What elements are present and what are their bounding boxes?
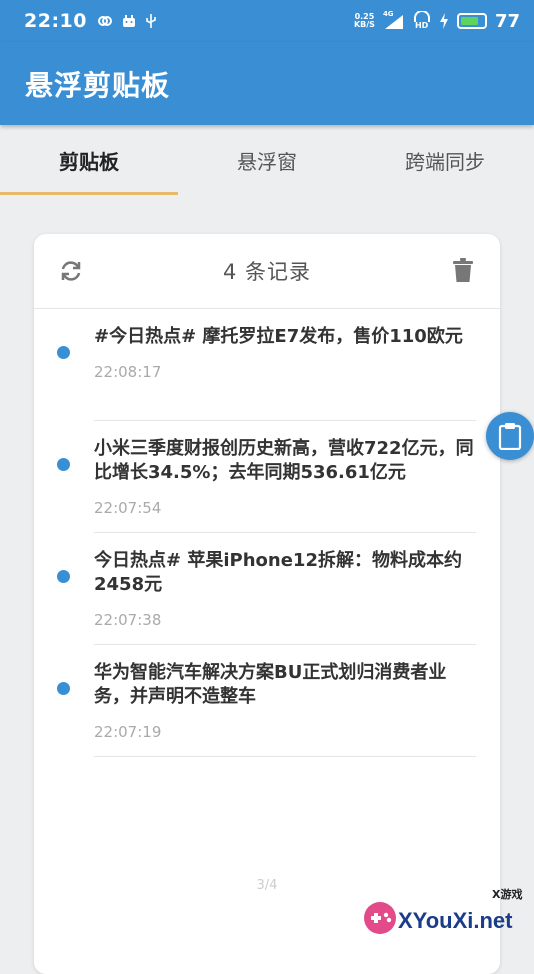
tab-cross-device-sync[interactable]: 跨端同步	[356, 125, 534, 195]
watermark-text: XYouXi.net	[398, 908, 513, 933]
record-count: 4 条记录	[222, 260, 312, 284]
item-text: #今日热点# 摩托罗拉E7发布，售价110欧元	[94, 326, 463, 347]
bullet-dot	[57, 346, 70, 359]
link-icon	[97, 16, 112, 26]
item-time: 22:08:17	[94, 363, 162, 381]
list-item[interactable]: #今日热点# 摩托罗拉E7发布，售价110欧元 22:08:17	[57, 309, 476, 421]
usb-icon	[146, 14, 156, 28]
clipboard-icon	[498, 423, 522, 450]
watermark-small-text: X游戏	[492, 888, 523, 901]
android-icon	[122, 15, 135, 27]
net-speed: 0.25 KB/S	[353, 12, 375, 29]
tab-bar: 剪贴板 悬浮窗 跨端同步	[0, 125, 534, 195]
status-bar: 22:10 0.25 KB/S 4G HD 77	[0, 0, 534, 42]
charging-icon	[439, 13, 448, 29]
trash-icon[interactable]	[452, 257, 474, 283]
item-text: 华为智能汽车解决方案BU正式划归消费者业务，并声明不造整车	[94, 662, 447, 707]
signal-icon: 4G	[383, 10, 405, 30]
battery-icon	[456, 13, 487, 29]
list-item[interactable]: 华为智能汽车解决方案BU正式划归消费者业务，并声明不造整车 22:07:19	[57, 645, 476, 757]
bullet-dot	[57, 458, 70, 471]
item-text: 小米三季度财报创历史新高，营收722亿元，同比增长34.5%；去年同期536.6…	[94, 438, 474, 483]
battery-level: 77	[494, 10, 520, 32]
card-header: 4 条记录	[34, 234, 500, 309]
item-time: 22:07:19	[94, 723, 162, 741]
bullet-dot	[57, 570, 70, 583]
item-time: 22:07:38	[94, 611, 162, 629]
list-item[interactable]: 小米三季度财报创历史新高，营收722亿元，同比增长34.5%；去年同期536.6…	[57, 421, 476, 533]
status-left-icons	[97, 13, 157, 29]
gamepad-logo-icon	[364, 902, 396, 934]
clipboard-list: #今日热点# 摩托罗拉E7发布，售价110欧元 22:08:17 小米三季度财报…	[34, 309, 500, 757]
clipboard-card: 4 条记录 #今日热点# 摩托罗拉E7发布，售价110欧元 22:08:17 小…	[34, 234, 500, 974]
item-time: 22:07:54	[94, 499, 162, 517]
refresh-icon[interactable]	[58, 258, 84, 284]
battery-fill	[460, 17, 478, 25]
bullet-dot	[57, 682, 70, 695]
floating-clipboard-button[interactable]	[486, 412, 534, 460]
tab-floating-window[interactable]: 悬浮窗	[178, 125, 356, 195]
app-bar: 悬浮剪贴板	[0, 42, 534, 125]
status-time: 22:10	[24, 10, 87, 32]
watermark: X游戏 XYouXi.net	[362, 886, 534, 949]
hd-headset-icon: HD	[413, 11, 431, 31]
item-text: 今日热点# 苹果iPhone12拆解：物料成本约2458元	[94, 550, 462, 595]
app-title: 悬浮剪贴板	[25, 69, 171, 102]
status-right: 0.25 KB/S 4G HD 77	[353, 10, 520, 32]
list-item[interactable]: 今日热点# 苹果iPhone12拆解：物料成本约2458元 22:07:38	[57, 533, 476, 645]
tab-clipboard[interactable]: 剪贴板	[0, 125, 178, 195]
